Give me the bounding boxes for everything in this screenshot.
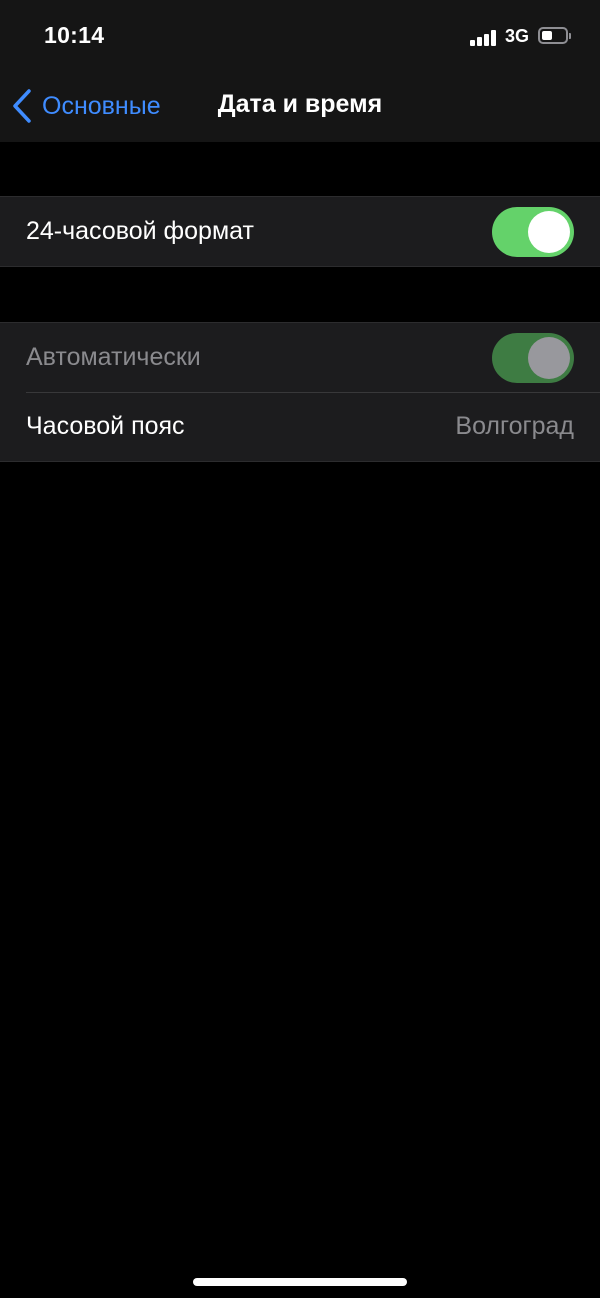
home-indicator[interactable]	[193, 1278, 407, 1286]
setting-label-24h-format: 24-часовой формат	[26, 217, 254, 245]
network-type: 3G	[505, 26, 530, 46]
toggle-24h-format[interactable]	[492, 206, 574, 257]
navigation-bar: Основные Дата и время	[0, 70, 600, 142]
battery-icon	[538, 27, 571, 45]
setting-row-timezone[interactable]: Часовой пояс Волгоград	[0, 392, 600, 461]
settings-group-timezone: Автоматически Часовой пояс Волгоград	[0, 322, 600, 462]
setting-row-automatic: Автоматически	[0, 323, 600, 392]
setting-row-24h-format: 24-часовой формат	[0, 197, 600, 266]
setting-label-timezone: Часовой пояс	[26, 412, 185, 440]
settings-group-format: 24-часовой формат	[0, 196, 600, 267]
toggle-automatic	[492, 332, 574, 383]
status-time: 10:14	[44, 22, 105, 48]
toggle-knob	[528, 210, 570, 253]
timezone-value: Волгоград	[455, 412, 574, 440]
cellular-signal-icon	[470, 30, 498, 46]
page-title: Дата и время	[217, 90, 383, 118]
toggle-knob	[528, 336, 570, 379]
setting-label-automatic: Автоматически	[26, 343, 201, 371]
status-bar: 10:14 3G	[0, 0, 600, 70]
